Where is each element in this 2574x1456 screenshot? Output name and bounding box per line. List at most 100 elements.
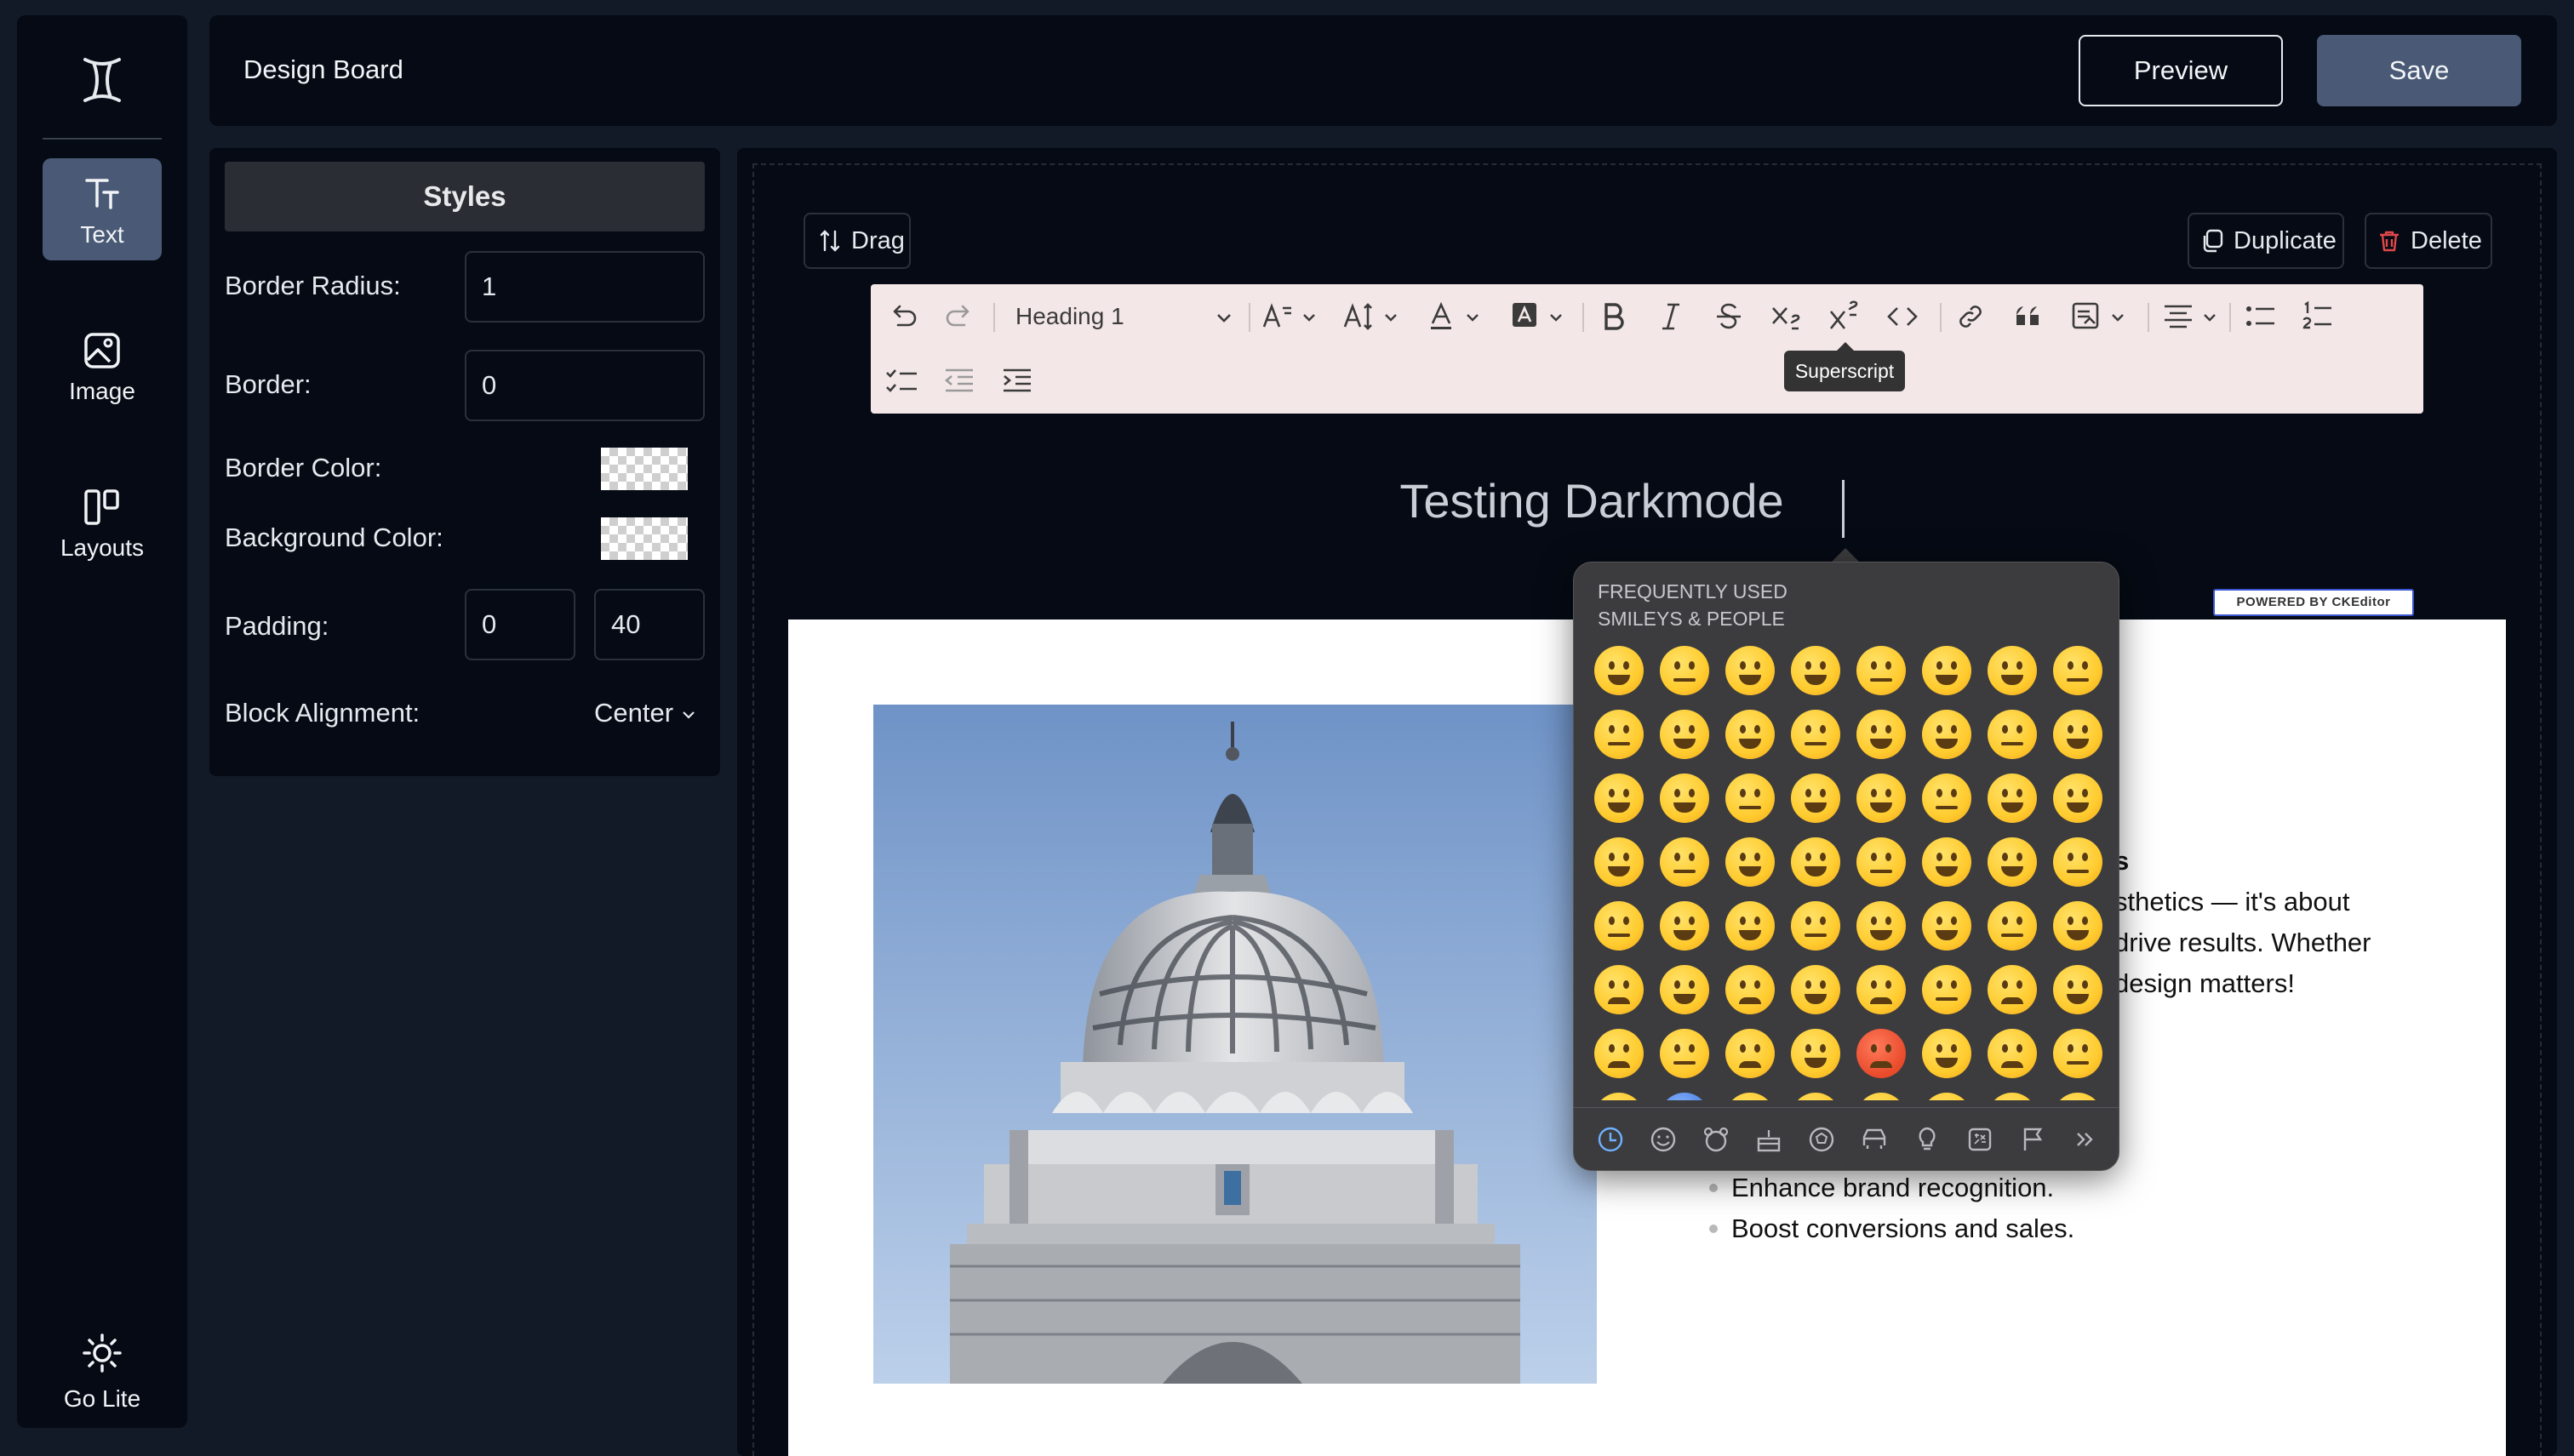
indent-button[interactable]	[1000, 364, 1034, 404]
emoji-item[interactable]	[1856, 646, 1906, 695]
emoji-item[interactable]	[1791, 1093, 1840, 1100]
emoji-item[interactable]	[1791, 837, 1840, 887]
emoji-item[interactable]	[1791, 1029, 1840, 1078]
background-color-button[interactable]	[1507, 300, 1562, 340]
emoji-tab-food[interactable]	[1754, 1125, 1783, 1154]
emoji-item[interactable]	[2053, 774, 2102, 823]
emoji-item[interactable]	[1922, 646, 1971, 695]
emoji-tab-recent[interactable]	[1596, 1125, 1625, 1154]
code-button[interactable]	[1885, 300, 1919, 340]
font-color-button[interactable]	[1424, 300, 1479, 340]
emoji-item[interactable]	[2053, 1093, 2102, 1100]
line-height-button[interactable]	[1342, 300, 1397, 340]
emoji-item[interactable]	[1922, 774, 1971, 823]
emoji-tab-smileys[interactable]	[1649, 1125, 1678, 1154]
outdent-button[interactable]	[942, 364, 976, 404]
italic-button[interactable]	[1654, 300, 1688, 340]
emoji-item[interactable]	[1660, 1029, 1709, 1078]
preview-button[interactable]: Preview	[2079, 35, 2283, 106]
emoji-item[interactable]	[1988, 965, 2037, 1014]
redo-button[interactable]	[942, 300, 976, 340]
emoji-item[interactable]	[1988, 837, 2037, 887]
emoji-item[interactable]	[1791, 710, 1840, 759]
drag-handle[interactable]: Drag	[804, 213, 911, 269]
save-button[interactable]: Save	[2317, 35, 2521, 106]
border-radius-input[interactable]: 1	[465, 251, 705, 323]
emoji-item[interactable]	[1922, 1029, 1971, 1078]
emoji-item[interactable]	[1660, 710, 1709, 759]
rail-item-layouts[interactable]: Layouts	[43, 471, 162, 574]
duplicate-button[interactable]: Duplicate	[2188, 213, 2344, 269]
border-input[interactable]: 0	[465, 350, 705, 421]
emoji-item[interactable]	[1594, 774, 1644, 823]
block-alignment-select[interactable]: Center	[594, 698, 696, 728]
emoji-item[interactable]	[1660, 901, 1709, 951]
emoji-item[interactable]	[1725, 901, 1775, 951]
emoji-item[interactable]	[1922, 965, 1971, 1014]
building-photo[interactable]	[873, 705, 1597, 1384]
padding-right-input[interactable]: 40	[594, 589, 705, 660]
emoji-item[interactable]	[1922, 710, 1971, 759]
emoji-item[interactable]	[1594, 710, 1644, 759]
emoji-item[interactable]	[1725, 774, 1775, 823]
border-color-swatch[interactable]	[601, 448, 688, 490]
bold-button[interactable]	[1596, 300, 1630, 340]
emoji-item[interactable]	[1988, 710, 2037, 759]
theme-toggle[interactable]: Go Lite	[43, 1317, 162, 1419]
emoji-tab-travel[interactable]	[1860, 1125, 1889, 1154]
insert-image-button[interactable]	[2069, 300, 2124, 340]
emoji-item[interactable]	[1594, 965, 1644, 1014]
emoji-tab-flags[interactable]	[2018, 1125, 2047, 1154]
subscript-button[interactable]	[1770, 300, 1804, 340]
bulleted-list-button[interactable]	[2243, 300, 2277, 340]
emoji-item[interactable]	[1856, 1093, 1906, 1100]
emoji-item[interactable]	[1725, 1029, 1775, 1078]
superscript-button[interactable]	[1828, 300, 1862, 340]
emoji-item[interactable]	[2053, 1029, 2102, 1078]
rail-item-text[interactable]: Text	[43, 158, 162, 260]
emoji-item[interactable]	[1988, 1093, 2037, 1100]
emoji-item[interactable]	[1725, 965, 1775, 1014]
emoji-item[interactable]	[1856, 1029, 1906, 1078]
padding-left-input[interactable]: 0	[465, 589, 575, 660]
strikethrough-button[interactable]	[1712, 300, 1746, 340]
emoji-item[interactable]	[1988, 1029, 2037, 1078]
background-color-swatch[interactable]	[601, 517, 688, 560]
emoji-item[interactable]	[1791, 965, 1840, 1014]
delete-button[interactable]: Delete	[2365, 213, 2492, 269]
emoji-item[interactable]	[1660, 646, 1709, 695]
blockquote-button[interactable]	[2011, 300, 2045, 340]
emoji-item[interactable]	[1922, 837, 1971, 887]
emoji-tab-symbols[interactable]	[1965, 1125, 1994, 1154]
editor-heading[interactable]: Testing Darkmode	[1362, 473, 1822, 528]
alignment-button[interactable]	[2161, 300, 2216, 340]
emoji-tab-activity[interactable]	[1807, 1125, 1836, 1154]
emoji-item[interactable]	[1660, 965, 1709, 1014]
emoji-item[interactable]	[1922, 1093, 1971, 1100]
emoji-item[interactable]	[1660, 837, 1709, 887]
emoji-item[interactable]	[1988, 646, 2037, 695]
emoji-item[interactable]	[1725, 837, 1775, 887]
font-size-button[interactable]	[1261, 300, 1315, 340]
emoji-item[interactable]	[1856, 965, 1906, 1014]
emoji-item[interactable]	[1594, 1029, 1644, 1078]
emoji-tab-more[interactable]	[2071, 1125, 2100, 1154]
emoji-item[interactable]	[1791, 901, 1840, 951]
emoji-item[interactable]	[1988, 901, 2037, 951]
emoji-item[interactable]	[1988, 774, 2037, 823]
emoji-item[interactable]	[2053, 901, 2102, 951]
emoji-tab-objects[interactable]	[1913, 1125, 1942, 1154]
emoji-item[interactable]	[1725, 710, 1775, 759]
numbered-list-button[interactable]	[2301, 300, 2335, 340]
undo-button[interactable]	[886, 300, 920, 340]
emoji-picker[interactable]: FREQUENTLY USED SMILEYS & PEOPLE	[1573, 562, 2119, 1171]
emoji-item[interactable]	[1791, 774, 1840, 823]
emoji-item[interactable]	[2053, 965, 2102, 1014]
emoji-item[interactable]	[1594, 837, 1644, 887]
emoji-item[interactable]	[1725, 1093, 1775, 1100]
emoji-tab-animals[interactable]	[1702, 1125, 1730, 1154]
emoji-item[interactable]	[1660, 1093, 1709, 1100]
link-button[interactable]	[1953, 300, 1988, 340]
todo-list-button[interactable]	[884, 364, 918, 404]
heading-select[interactable]: Heading 1	[1015, 303, 1237, 332]
